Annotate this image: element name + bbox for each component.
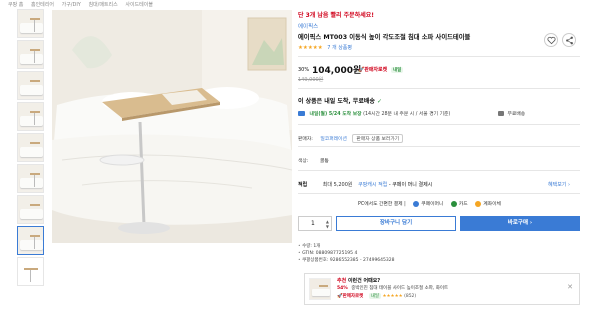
original-price: 149,000원 <box>298 77 324 83</box>
divider <box>298 193 580 194</box>
coupang-cash-link[interactable]: 쿠팡캐시 적립 <box>358 182 387 188</box>
divider <box>298 146 580 147</box>
benefit-more-link[interactable]: 혜택보기 › <box>548 181 570 188</box>
recommendation-discount: 54% <box>337 286 348 291</box>
thumbnail[interactable] <box>17 133 44 162</box>
delivery-headline: 이 상품은 내일 도착, 무료배송 ✓ <box>298 96 382 105</box>
benefit-row: 적립 최대 5,200원 쿠팡캐시 적립 - 쿠페이 머니 결제시 <box>298 181 432 188</box>
divider <box>298 124 580 125</box>
share-icon <box>566 36 573 45</box>
breadcrumb-item[interactable]: 사이드테이블 <box>125 2 153 8</box>
recommendation-name[interactable]: 중박인진 침대 테이블 사이드 높이조절 소파, 화이트 <box>351 286 448 291</box>
review-count-link[interactable]: 7 개 상품평 <box>327 45 352 51</box>
recommendation-heading: 이런건 어때요? <box>347 278 381 284</box>
recommendation-thumbnail[interactable] <box>309 278 331 300</box>
payment-method: 카드 <box>458 202 468 207</box>
recommendation-badge: 내일 <box>368 293 382 299</box>
quantity-value[interactable]: 1 <box>311 220 315 227</box>
spec-list: 수량: 1개 GTIN: 0880987725195 4 쿠팡상품번호: 928… <box>298 243 395 264</box>
rocket-delivery-badge: 🚀판매자로켓 내일 <box>358 66 404 73</box>
arrival-detail: (14시간 28분 내 주문 시 / 서울 경기 기준) <box>363 112 451 117</box>
thumbnail[interactable] <box>17 257 44 286</box>
quantity-stepper[interactable]: 1 ▲ ▼ <box>298 216 332 231</box>
free-shipping-text: 무료배송 <box>507 112 526 117</box>
breadcrumb-item[interactable]: 침대/매트리스 <box>88 2 117 8</box>
divider <box>298 88 580 89</box>
recommendation-prefix: 추천 <box>337 278 347 284</box>
product-title: 에이픽스 MT003 이동식 높이 각도조절 침대 소파 사이드테이블 <box>298 34 471 41</box>
option-color: 색상: 골동 <box>298 157 329 164</box>
recommendation-review-count: (852) <box>404 294 417 299</box>
quantity-arrows-icon[interactable]: ▲ ▼ <box>326 219 329 229</box>
sale-price: 104,000원 <box>312 66 362 76</box>
buy-now-button[interactable]: 바로구매 › <box>460 216 580 231</box>
recommendation-product[interactable]: 54% 중박인진 침대 테이블 사이드 높이조절 소파, 화이트 <box>337 285 448 291</box>
free-shipping-label: 무료배송 <box>498 110 525 117</box>
product-info-panel: 단 3개 남음 빨리 주문하세요! 에이픽스 에이픽스 MT003 이동식 높이… <box>298 0 590 321</box>
product-photo-illustration <box>52 10 292 243</box>
thumbnail[interactable] <box>17 9 44 38</box>
recommendation-card[interactable]: 추천 이런건 어때요? 54% 중박인진 침대 테이블 사이드 높이조절 소파,… <box>304 273 580 305</box>
coupay-icon <box>413 200 420 207</box>
benefit-label: 적립 <box>298 182 308 188</box>
breadcrumb-item[interactable]: 홈인테리어 <box>31 2 54 8</box>
tomorrow-badge: 내일 <box>390 67 404 73</box>
box-icon <box>498 111 504 116</box>
payment-methods: PC에서도 간편한 결제 | 쿠페이머니 카드 계좌이체 <box>358 200 501 207</box>
divider <box>298 170 580 171</box>
star-rating: ★★★★★ <box>298 45 323 51</box>
payment-label: PC에서도 간편한 결제 | <box>358 202 406 207</box>
seller-name-link[interactable]: 일코퍼레이션 <box>320 137 346 142</box>
recommendation-title: 추천 이런건 어때요? <box>337 277 380 284</box>
thumbnail[interactable] <box>17 164 44 193</box>
heart-icon <box>547 36 556 45</box>
payment-method: 계좌이체 <box>483 202 501 207</box>
close-icon[interactable]: ✕ <box>567 283 573 291</box>
rocket-label: 🚀판매자로켓 <box>358 67 388 73</box>
thumbnail[interactable] <box>17 40 44 69</box>
recommendation-rocket: 🚀판매자로켓 <box>337 294 364 299</box>
divider <box>298 56 580 57</box>
brand-link[interactable]: 에이픽스 <box>298 22 318 30</box>
spec-item: 수량: 1개 <box>298 243 395 250</box>
arrival-date: 내일(월) 5/24 도착 보장 <box>309 112 362 117</box>
check-icon: ✓ <box>376 98 383 105</box>
breadcrumb-item[interactable]: 쿠팡 홈 <box>8 2 23 8</box>
share-button[interactable] <box>562 33 576 47</box>
breadcrumb-item[interactable]: 가구/DIY <box>62 2 81 8</box>
stock-urgency-text: 단 3개 남음 빨리 주문하세요! <box>298 12 374 19</box>
benefit-amount: 최대 5,200원 <box>322 182 353 188</box>
seller-label: 판매자: <box>298 137 313 142</box>
spec-item: GTIN: 0880987725195 4 <box>298 250 395 257</box>
thumbnail[interactable] <box>17 195 44 224</box>
add-to-cart-button[interactable]: 장바구니 담기 <box>336 216 456 231</box>
bank-icon <box>475 200 482 207</box>
discount-rate: 30% <box>298 67 310 73</box>
recommendation-stars: ★★★★★ <box>382 294 403 299</box>
rating-row: ★★★★★ 7 개 상품평 <box>298 44 352 51</box>
main-product-image[interactable] <box>52 10 292 243</box>
thumbnail[interactable] <box>17 71 44 100</box>
seller-products-button[interactable]: 판매자 상품 보러가기 <box>352 134 404 143</box>
thumbnail[interactable] <box>17 102 44 131</box>
payment-method: 쿠페이머니 <box>421 202 444 207</box>
wishlist-button[interactable] <box>544 33 558 47</box>
truck-icon <box>298 111 305 116</box>
option-value: 골동 <box>319 159 329 164</box>
seller-row: 판매자: 일코퍼레이션 판매자 상품 보러가기 <box>298 134 404 143</box>
breadcrumb: 쿠팡 홈 홈인테리어 가구/DIY 침대/매트리스 사이드테이블 <box>8 1 159 8</box>
spec-item: 쿠팡상품번호: 9286552385 - 27499645328 <box>298 257 394 264</box>
option-label: 색상: <box>298 159 309 164</box>
delivery-guarantee: 내일(월) 5/24 도착 보장 (14시간 28분 내 주문 시 / 서울 경… <box>298 110 450 117</box>
benefit-condition: - 쿠페이 머니 결제시 <box>388 182 433 188</box>
thumbnail-active[interactable] <box>17 226 44 255</box>
card-icon <box>450 200 457 207</box>
delivery-headline-text: 이 상품은 내일 도착, 무료배송 <box>298 98 375 105</box>
thumbnail-list <box>17 9 47 288</box>
recommendation-meta: 🚀판매자로켓 내일 ★★★★★ (852) <box>337 293 416 299</box>
